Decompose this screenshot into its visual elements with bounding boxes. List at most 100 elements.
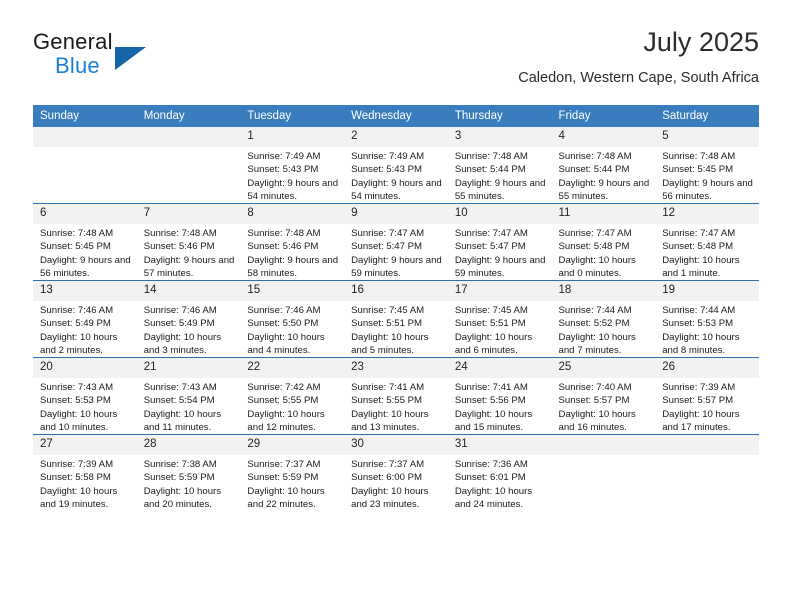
calendar-cell-day[interactable]: 28 Sunrise: 7:38 AM Sunset: 5:59 PM Dayligh… xyxy=(136,434,241,512)
calendar-cell-day[interactable]: 23 Sunrise: 7:41 AM Sunset: 5:55 PM Dayligh… xyxy=(344,357,448,435)
calendar-cell-day[interactable]: 29 Sunrise: 7:37 AM Sunset: 5:59 PM Dayligh… xyxy=(240,434,345,511)
sun-details: Sunrise: 7:41 AM Sunset: 5:56 PM Daylight:… xyxy=(448,378,552,435)
sunset-text: Sunset: 6:01 PM xyxy=(454,472,526,484)
calendar-cell-inner: 30 Sunrise: 7:37 AM Sunset: 6:00 PM Dayligh… xyxy=(344,435,448,511)
location-subtitle: Caledon, Western Cape, South Africa xyxy=(518,70,759,86)
calendar-cell-day[interactable]: 2 Sunrise: 7:49 AM Sunset: 5:43 PM Daylight… xyxy=(344,127,448,204)
calendar-cell-day[interactable]: 10 Sunrise: 7:47 AM Sunset: 5:47 PM Dayligh… xyxy=(447,203,552,281)
day-number xyxy=(655,435,759,455)
day-number: 2 xyxy=(344,127,448,147)
calendar-cell-day[interactable]: 13 Sunrise: 7:46 AM Sunset: 5:49 PM Dayligh… xyxy=(33,280,137,358)
calendar-cell-inner: 27 Sunrise: 7:39 AM Sunset: 5:58 PM Dayligh… xyxy=(33,435,137,511)
sunset-text: Sunset: 5:46 PM xyxy=(247,241,319,253)
daylight-text: Daylight: 10 hours and 20 minutes. xyxy=(143,485,222,511)
day-number: 13 xyxy=(33,281,137,301)
day-number: 30 xyxy=(344,435,448,455)
daylight-text: Daylight: 10 hours and 10 minutes. xyxy=(40,408,118,434)
sun-details: Sunrise: 7:46 AM Sunset: 5:49 PM Daylight:… xyxy=(33,301,137,358)
calendar-body: 1 Sunrise: 7:49 AM Sunset: 5:43 PM Daylight… xyxy=(33,127,759,511)
calendar-cell-day[interactable]: 4 Sunrise: 7:48 AM Sunset: 5:44 PM Daylight… xyxy=(551,127,656,204)
calendar-cell-day[interactable]: 22 Sunrise: 7:42 AM Sunset: 5:55 PM Dayligh… xyxy=(240,357,345,435)
calendar-cell-day[interactable]: 5 Sunrise: 7:48 AM Sunset: 5:45 PM Daylight… xyxy=(655,127,759,204)
day-number: 10 xyxy=(447,204,552,224)
weekday-header-tuesday: Tuesday xyxy=(240,105,345,127)
calendar-cell-day[interactable]: 12 Sunrise: 7:47 AM Sunset: 5:48 PM Dayligh… xyxy=(655,203,759,281)
sunset-text: Sunset: 5:43 PM xyxy=(247,164,319,176)
daylight-text: Daylight: 10 hours and 0 minutes. xyxy=(558,254,636,280)
calendar-cell-day[interactable]: 24 Sunrise: 7:41 AM Sunset: 5:56 PM Dayligh… xyxy=(447,357,552,435)
sunrise-text: Sunrise: 7:43 AM xyxy=(143,382,217,393)
brand-logo[interactable]: General Blue xyxy=(33,29,253,87)
calendar-cell-day[interactable]: 30 Sunrise: 7:37 AM Sunset: 6:00 PM Dayligh… xyxy=(344,434,448,511)
calendar-cell-day[interactable]: 6 Sunrise: 7:48 AM Sunset: 5:45 PM Daylight… xyxy=(33,203,137,281)
calendar-cell-day[interactable]: 1 Sunrise: 7:49 AM Sunset: 5:43 PM Daylight… xyxy=(240,127,345,204)
day-number: 5 xyxy=(655,127,759,147)
sunset-text: Sunset: 5:47 PM xyxy=(351,241,423,253)
daylight-text: Daylight: 10 hours and 24 minutes. xyxy=(454,485,533,511)
calendar-cell-day[interactable]: 19 Sunrise: 7:44 AM Sunset: 5:53 PM Dayligh… xyxy=(655,280,759,358)
sunset-text: Sunset: 5:48 PM xyxy=(662,241,734,253)
sunset-text: Sunset: 5:54 PM xyxy=(143,395,215,407)
daylight-text: Daylight: 9 hours and 58 minutes. xyxy=(247,254,339,280)
daylight-text: Daylight: 10 hours and 6 minutes. xyxy=(454,331,533,357)
sunrise-text: Sunrise: 7:48 AM xyxy=(454,151,528,162)
weekday-header-wednesday: Wednesday xyxy=(344,105,448,127)
sun-details: Sunrise: 7:47 AM Sunset: 5:48 PM Daylight:… xyxy=(655,224,759,281)
sunrise-text: Sunrise: 7:48 AM xyxy=(143,228,217,239)
triangle-flag-icon xyxy=(115,47,146,70)
calendar-cell-inner: 28 Sunrise: 7:38 AM Sunset: 5:59 PM Dayligh… xyxy=(136,435,241,512)
daylight-text: Daylight: 10 hours and 2 minutes. xyxy=(40,331,118,357)
day-number xyxy=(136,127,241,147)
sunrise-text: Sunrise: 7:47 AM xyxy=(351,228,425,239)
sun-details: Sunrise: 7:43 AM Sunset: 5:53 PM Daylight:… xyxy=(33,378,137,435)
calendar-cell-day[interactable]: 21 Sunrise: 7:43 AM Sunset: 5:54 PM Dayligh… xyxy=(136,357,241,435)
calendar-cell-inner: 1 Sunrise: 7:49 AM Sunset: 5:43 PM Daylight… xyxy=(240,127,345,203)
calendar-cell-day[interactable]: 7 Sunrise: 7:48 AM Sunset: 5:46 PM Daylight… xyxy=(136,203,241,281)
day-number: 26 xyxy=(655,358,759,378)
calendar-cell-day[interactable]: 3 Sunrise: 7:48 AM Sunset: 5:44 PM Daylight… xyxy=(447,127,552,204)
calendar-cell-inner: 24 Sunrise: 7:41 AM Sunset: 5:56 PM Dayligh… xyxy=(447,358,552,435)
sunset-text: Sunset: 5:44 PM xyxy=(454,164,526,176)
calendar-cell-day[interactable]: 26 Sunrise: 7:39 AM Sunset: 5:57 PM Dayligh… xyxy=(655,357,759,435)
calendar-cell-day[interactable]: 25 Sunrise: 7:40 AM Sunset: 5:57 PM Dayligh… xyxy=(551,357,656,435)
sunrise-text: Sunrise: 7:49 AM xyxy=(247,151,321,162)
daylight-text: Daylight: 9 hours and 59 minutes. xyxy=(351,254,442,280)
sun-details: Sunrise: 7:48 AM Sunset: 5:45 PM Daylight:… xyxy=(33,224,137,281)
calendar-cell-day[interactable]: 14 Sunrise: 7:46 AM Sunset: 5:49 PM Dayligh… xyxy=(136,280,241,358)
daylight-text: Daylight: 10 hours and 23 minutes. xyxy=(351,485,429,511)
calendar-cell-day[interactable]: 11 Sunrise: 7:47 AM Sunset: 5:48 PM Dayligh… xyxy=(551,203,656,281)
calendar-cell-day[interactable]: 18 Sunrise: 7:44 AM Sunset: 5:52 PM Dayligh… xyxy=(551,280,656,358)
calendar-cell-inner: 5 Sunrise: 7:48 AM Sunset: 5:45 PM Daylight… xyxy=(655,127,759,203)
weekday-header-friday: Friday xyxy=(551,105,656,127)
calendar-week-row: 20 Sunrise: 7:43 AM Sunset: 5:53 PM Dayligh… xyxy=(33,357,759,435)
calendar-cell-day[interactable]: 9 Sunrise: 7:47 AM Sunset: 5:47 PM Daylight… xyxy=(344,203,448,281)
calendar-cell-day[interactable]: 15 Sunrise: 7:46 AM Sunset: 5:50 PM Dayligh… xyxy=(240,280,345,358)
sunset-text: Sunset: 5:46 PM xyxy=(143,241,215,253)
weekday-header-monday: Monday xyxy=(136,105,241,127)
calendar-cell-day[interactable]: 31 Sunrise: 7:36 AM Sunset: 6:01 PM Dayligh… xyxy=(447,434,552,511)
calendar-cell-inner: 14 Sunrise: 7:46 AM Sunset: 5:49 PM Dayligh… xyxy=(136,281,241,357)
sunrise-text: Sunrise: 7:45 AM xyxy=(454,305,528,316)
daylight-text: Daylight: 10 hours and 13 minutes. xyxy=(351,408,429,434)
calendar-cell-day[interactable]: 20 Sunrise: 7:43 AM Sunset: 5:53 PM Dayligh… xyxy=(33,357,137,435)
day-number: 11 xyxy=(551,204,656,224)
calendar-cell-day[interactable]: 16 Sunrise: 7:45 AM Sunset: 5:51 PM Dayligh… xyxy=(344,280,448,358)
sunrise-text: Sunrise: 7:48 AM xyxy=(662,151,736,162)
calendar-cell-day[interactable]: 8 Sunrise: 7:48 AM Sunset: 5:46 PM Daylight… xyxy=(240,203,345,281)
calendar-cell-day[interactable]: 27 Sunrise: 7:39 AM Sunset: 5:58 PM Dayligh… xyxy=(33,434,137,511)
sunset-text: Sunset: 5:51 PM xyxy=(351,318,423,330)
daylight-text: Daylight: 10 hours and 11 minutes. xyxy=(143,408,222,434)
daylight-text: Daylight: 10 hours and 4 minutes. xyxy=(247,331,325,357)
calendar-week-row: 6 Sunrise: 7:48 AM Sunset: 5:45 PM Daylight… xyxy=(33,203,759,281)
sun-details: Sunrise: 7:38 AM Sunset: 5:59 PM Daylight:… xyxy=(137,455,241,512)
sunrise-text: Sunrise: 7:42 AM xyxy=(247,382,321,393)
calendar-cell-inner: 19 Sunrise: 7:44 AM Sunset: 5:53 PM Dayligh… xyxy=(655,281,759,357)
sunset-text: Sunset: 5:57 PM xyxy=(662,395,734,407)
calendar-cell-inner: 13 Sunrise: 7:46 AM Sunset: 5:49 PM Dayligh… xyxy=(33,281,137,357)
calendar-cell-inner: 7 Sunrise: 7:48 AM Sunset: 5:46 PM Daylight… xyxy=(136,204,241,280)
day-number: 31 xyxy=(447,435,552,455)
calendar-cell-inner: 23 Sunrise: 7:41 AM Sunset: 5:55 PM Dayligh… xyxy=(344,358,448,434)
calendar-cell-inner: 3 Sunrise: 7:48 AM Sunset: 5:44 PM Daylight… xyxy=(447,127,552,203)
daylight-text: Daylight: 10 hours and 5 minutes. xyxy=(351,331,429,357)
calendar-cell-day[interactable]: 17 Sunrise: 7:45 AM Sunset: 5:51 PM Dayligh… xyxy=(447,280,552,358)
